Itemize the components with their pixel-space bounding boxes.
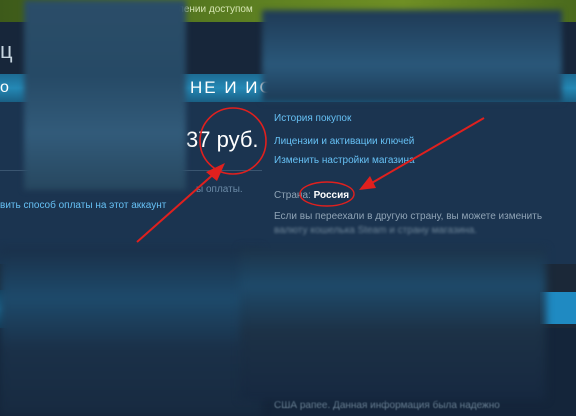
licenses-link[interactable]: Лицензии и активации ключей (274, 136, 414, 147)
store-country-row: Страна: Россия (274, 190, 349, 201)
redacted-region-bottom-right (240, 248, 546, 400)
section-header-left-fragment: о (0, 79, 9, 96)
country-label: Страна: (274, 190, 311, 201)
redacted-region-left (24, 0, 186, 190)
add-payment-method-link[interactable]: вить способ оплаты на этот аккаунт (0, 200, 166, 211)
change-country-info: Если вы переехали в другую страну, вы мо… (274, 210, 564, 238)
payment-hint-text: ы оплаты. (196, 184, 243, 195)
store-preferences-link[interactable]: Изменить настройки магазина (274, 155, 415, 166)
notice-text: лении доступом (178, 4, 253, 15)
country-value: Россия (313, 190, 350, 201)
purchase-history-link[interactable]: История покупок (274, 113, 351, 124)
second-section-text: США рапее. Данная информация была надежн… (274, 400, 500, 411)
page-title: ц (0, 38, 13, 63)
redacted-region-top-right (262, 10, 562, 102)
change-country-text: Если вы переехали в другую страну, вы мо… (274, 211, 543, 222)
redacted-region-bottom-left (0, 248, 262, 416)
change-country-text-2: валюту кошелька Steam и страну магазина. (274, 225, 478, 236)
wallet-balance: 37 руб. (186, 127, 259, 152)
